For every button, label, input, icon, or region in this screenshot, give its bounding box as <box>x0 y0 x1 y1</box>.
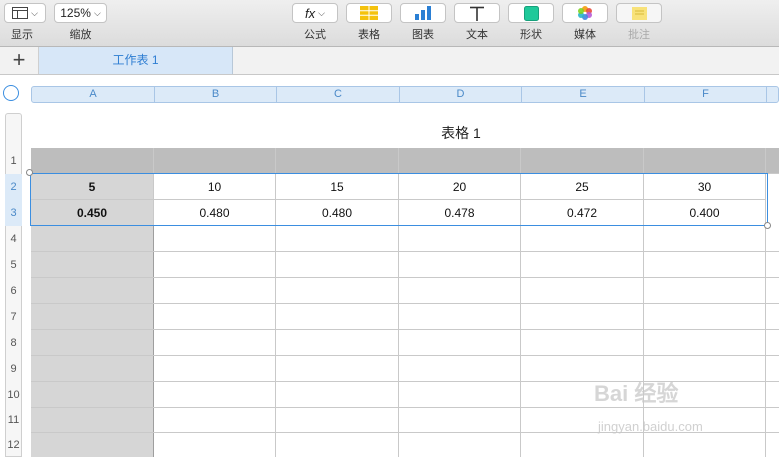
table-cell[interactable]: 0.480 <box>276 200 399 226</box>
table-cell[interactable]: 0.472 <box>521 200 644 226</box>
header-cell[interactable] <box>276 148 399 174</box>
row-header-1[interactable]: 1 <box>5 149 22 174</box>
selection-handle-bottom-right[interactable] <box>764 222 771 229</box>
header-cell[interactable] <box>31 148 154 174</box>
table-button[interactable] <box>346 3 392 23</box>
table-cell[interactable]: 5 <box>31 174 154 200</box>
shape-label: 形状 <box>520 29 542 41</box>
header-cell[interactable] <box>399 148 521 174</box>
row-header-3[interactable]: 3 <box>5 200 22 226</box>
table-cell[interactable]: 0.400 <box>644 200 766 226</box>
zoom-select[interactable]: 125% ⌵ <box>54 3 107 23</box>
sheet-tab[interactable]: 工作表 1 <box>39 47 233 74</box>
header-cell[interactable] <box>521 148 644 174</box>
chart-label: 图表 <box>412 29 434 41</box>
text-icon <box>470 6 484 21</box>
row-header-12[interactable]: 12 <box>5 433 22 457</box>
row-header-9[interactable]: 9 <box>5 356 22 382</box>
table-icon <box>360 6 378 20</box>
table-label: 表格 <box>358 29 380 41</box>
row-header-10[interactable]: 10 <box>5 382 22 408</box>
photos-icon <box>578 6 592 20</box>
text-label: 文本 <box>466 29 488 41</box>
column-header-c[interactable]: C <box>277 87 400 102</box>
column-header-f[interactable]: F <box>645 87 767 102</box>
row-header-4[interactable]: 4 <box>5 226 22 252</box>
toolbar: ⌵ 显示 125% ⌵ 缩放 fx ⌵ 公式 表格 图表 文本 形状 媒体 批注 <box>0 0 779 47</box>
zoom-label: 缩放 <box>69 29 92 41</box>
table-cell[interactable]: 25 <box>521 174 644 200</box>
chart-button[interactable] <box>400 3 446 23</box>
column-header-e[interactable]: E <box>522 87 645 102</box>
sidebar-view-icon <box>12 7 29 19</box>
row-header-6[interactable]: 6 <box>5 278 22 304</box>
row-header-2[interactable]: 2 <box>5 174 22 200</box>
chevron-down-icon: ⌵ <box>318 7 325 18</box>
table-cell[interactable]: 15 <box>276 174 399 200</box>
watermark-url: jingyan.baidu.com <box>598 419 703 434</box>
comment-button[interactable] <box>616 3 662 23</box>
table-cell[interactable]: 10 <box>154 174 276 200</box>
row-header-7[interactable]: 7 <box>5 304 22 330</box>
chevron-down-icon: ⌵ <box>31 7 38 18</box>
view-label: 显示 <box>11 29 33 41</box>
column-header-a[interactable]: A <box>32 87 155 102</box>
table-cell[interactable]: 0.480 <box>154 200 276 226</box>
header-cell[interactable] <box>154 148 276 174</box>
table-cell[interactable]: 0.478 <box>399 200 521 226</box>
row-header-5[interactable]: 5 <box>5 252 22 278</box>
comment-label: 批注 <box>628 29 650 41</box>
media-label: 媒体 <box>574 29 596 41</box>
selection-handle-top-left[interactable] <box>26 169 33 176</box>
header-cell[interactable] <box>644 148 766 174</box>
select-all-handle[interactable] <box>3 85 19 101</box>
chevron-down-icon: ⌵ <box>93 7 101 18</box>
formula-button[interactable]: fx ⌵ <box>292 3 338 23</box>
row-header-8[interactable]: 8 <box>5 330 22 356</box>
row-header-11[interactable]: 11 <box>5 408 22 433</box>
baidu-watermark: Bai 经验 <box>594 381 679 406</box>
zoom-value: 125% <box>60 6 91 20</box>
formula-icon: fx <box>305 5 316 21</box>
text-button[interactable] <box>454 3 500 23</box>
header-cell[interactable] <box>766 148 779 174</box>
table-cell[interactable]: 0.450 <box>31 200 154 226</box>
shape-icon <box>523 5 539 21</box>
bar-chart-icon <box>415 6 431 20</box>
add-sheet-button[interactable]: + <box>0 47 39 74</box>
media-button[interactable] <box>562 3 608 23</box>
table-title[interactable]: 表格 1 <box>31 123 779 143</box>
column-header-bar: A B C D E F <box>31 86 779 103</box>
sheet-tab-bar: + 工作表 1 <box>0 47 779 75</box>
comment-icon <box>631 6 647 20</box>
formula-label: 公式 <box>304 29 326 41</box>
shape-button[interactable] <box>508 3 554 23</box>
table-cell[interactable]: 30 <box>644 174 766 200</box>
column-header-b[interactable]: B <box>155 87 277 102</box>
table-cell[interactable]: 20 <box>399 174 521 200</box>
view-button[interactable]: ⌵ <box>4 3 46 23</box>
column-header-d[interactable]: D <box>400 87 522 102</box>
